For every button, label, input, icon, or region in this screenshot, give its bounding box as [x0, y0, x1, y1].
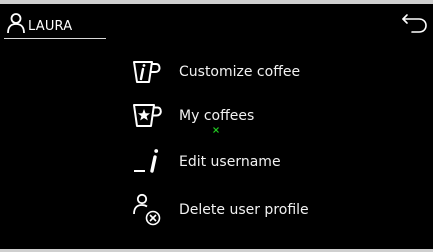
- current-user-chip[interactable]: LAURA: [4, 12, 106, 39]
- edit-i-icon: [134, 149, 159, 173]
- cursor-marker-icon: [213, 127, 219, 133]
- menu-item-label: Customize coffee: [179, 64, 301, 80]
- cup-star-icon: [133, 104, 162, 127]
- menu-item-my-coffees[interactable]: My coffees: [130, 96, 390, 136]
- menu-item-label: Delete user profile: [179, 202, 309, 218]
- menu-item-customize-coffee[interactable]: Customize coffee: [130, 52, 390, 92]
- cup-i-icon: [133, 61, 161, 83]
- menu-item-label: Edit username: [179, 154, 281, 170]
- top-frame-border: [0, 0, 433, 4]
- menu-item-label: My coffees: [179, 108, 255, 124]
- menu-item-delete-user-profile[interactable]: Delete user profile: [130, 190, 390, 230]
- user-name-label: LAURA: [28, 19, 73, 34]
- menu-item-edit-username[interactable]: Edit username: [130, 142, 390, 182]
- user-icon: [7, 13, 25, 34]
- back-arrow-icon[interactable]: [400, 10, 428, 34]
- user-profile-menu-screen: LAURA Customize coffee My coffees Edit u…: [0, 0, 433, 252]
- delete-user-icon: [133, 193, 161, 226]
